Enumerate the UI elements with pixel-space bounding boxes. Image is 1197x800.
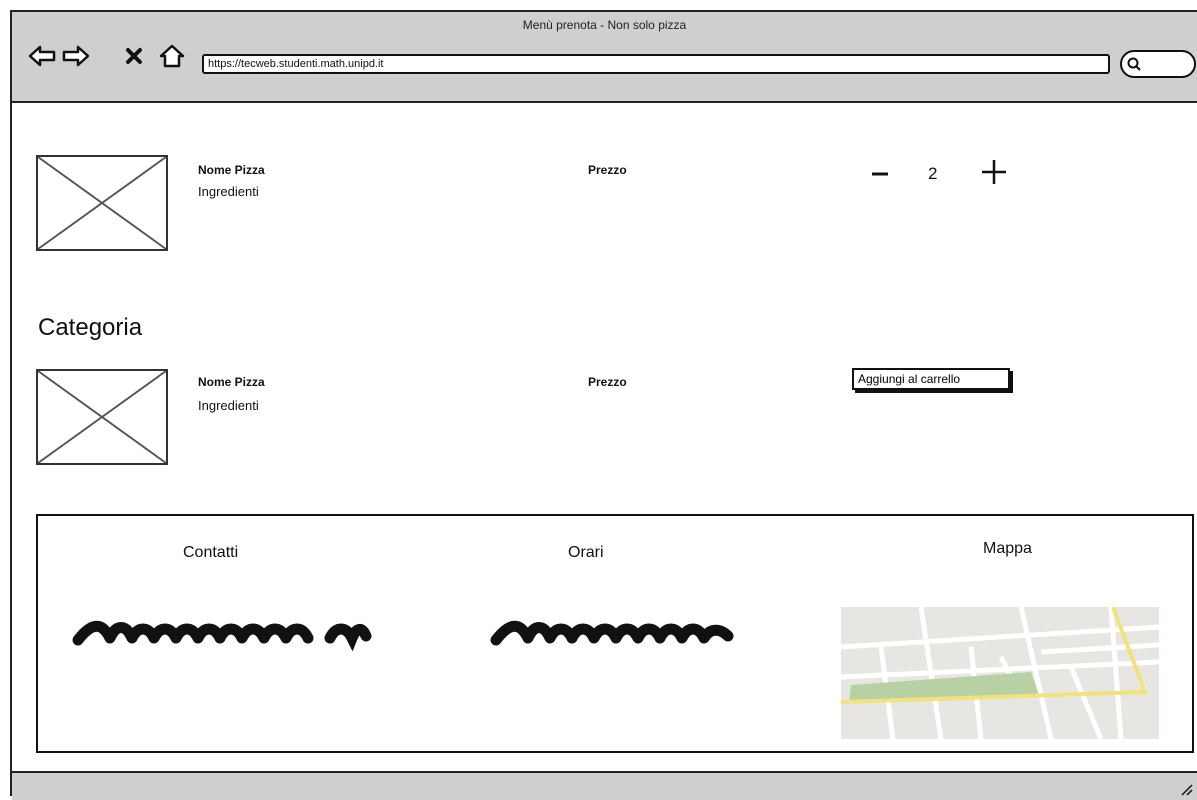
map-placeholder [841,607,1159,739]
contacts-scribble [72,620,372,652]
add-to-cart-button[interactable]: Aggiungi al carrello [852,368,1010,390]
pizza-image-placeholder [36,369,168,465]
window-title: Menù prenota - Non solo pizza [522,18,687,32]
pizza-ingredients: Ingredienti [198,184,259,199]
pizza-name: Nome Pizza [198,163,265,177]
back-arrow-icon[interactable] [28,44,56,68]
quantity-decrease-button[interactable] [870,164,890,184]
resize-grip-icon[interactable] [1179,782,1193,796]
quantity-increase-button[interactable] [980,158,1008,186]
close-icon[interactable] [124,44,144,68]
search-box[interactable] [1120,50,1196,78]
browser-toolbar: Menù prenota - Non solo pizza https://te… [12,12,1197,103]
map-heading: Mappa [983,540,1032,557]
search-icon [1127,57,1141,71]
quantity-value: 2 [928,164,938,183]
contacts-heading: Contatti [183,544,239,561]
forward-arrow-icon[interactable] [62,44,90,68]
pizza-image-placeholder [36,155,168,251]
hours-heading: Orari [568,544,604,561]
home-icon[interactable] [158,44,186,68]
pizza-price: Prezzo [588,375,627,389]
address-bar[interactable]: https://tecweb.studenti.math.unipd.it [202,54,1110,74]
footer: Contatti Orari Mappa [36,514,1194,753]
pizza-ingredients: Ingredienti [198,398,259,413]
pizza-name: Nome Pizza [198,375,265,389]
pizza-price: Prezzo [588,163,627,177]
category-title: Categoria [38,314,143,341]
browser-window: Menù prenota - Non solo pizza https://te… [10,10,1197,800]
hours-scribble [490,620,734,646]
